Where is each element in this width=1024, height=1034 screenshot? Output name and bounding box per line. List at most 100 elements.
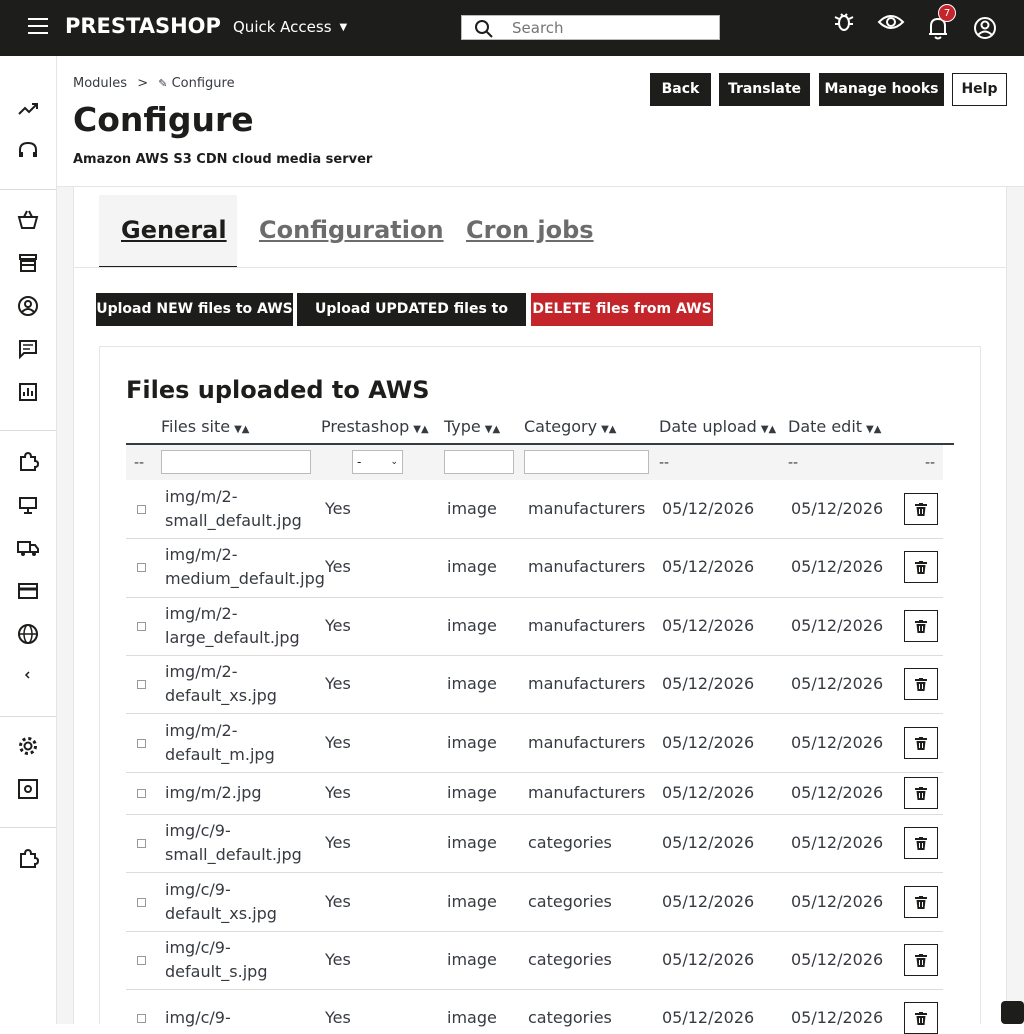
brand-logo[interactable]: PRESTASHOP (65, 14, 221, 38)
quick-access-dropdown[interactable]: Quick Access ▼ (233, 18, 347, 36)
delete-row-button[interactable] (904, 493, 938, 525)
menu-icon[interactable] (28, 18, 48, 36)
puzzle-icon[interactable] (17, 450, 39, 472)
search-box[interactable] (461, 15, 720, 40)
delete-row-button[interactable] (904, 610, 938, 642)
stats-icon[interactable] (17, 381, 39, 403)
file-path-line1: img/c/9- (165, 879, 231, 899)
chevron-down-icon: ⌄ (390, 457, 398, 467)
row-checkbox[interactable] (137, 839, 146, 848)
filter-actions-placeholder: -- (925, 455, 936, 471)
col-date-edit[interactable]: Date edit ▼▲ (788, 417, 881, 436)
search-input[interactable] (512, 18, 712, 38)
date-edit-value: 05/12/2026 (791, 674, 884, 693)
tab-general[interactable]: General (121, 216, 227, 244)
monitor-icon[interactable] (17, 494, 39, 516)
filter-category-input[interactable] (524, 450, 649, 474)
upload-new-button[interactable]: Upload NEW files to AWS (96, 293, 293, 326)
store-icon[interactable] (17, 252, 39, 274)
advanced-settings-icon[interactable] (17, 778, 39, 800)
row-checkbox[interactable] (137, 1014, 146, 1023)
trash-icon (915, 787, 927, 800)
prestashop-value: Yes (325, 616, 351, 635)
file-path: img/m/2.jpg (165, 783, 262, 802)
row-checkbox[interactable] (137, 956, 146, 965)
prestashop-value: Yes (325, 732, 351, 752)
back-button[interactable]: Back (650, 73, 711, 106)
file-path-line1: img/m/2- (165, 662, 238, 681)
col-category[interactable]: Category ▼▲ (524, 417, 616, 436)
delete-row-button[interactable] (904, 551, 938, 583)
breadcrumb-separator: > (137, 76, 149, 91)
date-edit-value: 05/12/2026 (791, 557, 884, 576)
row-checkbox[interactable] (137, 622, 146, 631)
prestashop-value: Yes (325, 950, 351, 969)
translate-button[interactable]: Translate (719, 73, 810, 106)
customer-icon[interactable] (17, 295, 39, 317)
date-upload-value: 05/12/2026 (662, 950, 755, 969)
basket-icon[interactable] (17, 209, 39, 231)
symfony-debug-icon[interactable] (1001, 1001, 1024, 1024)
truck-icon[interactable] (17, 537, 39, 559)
col-date-upload-label: Date upload (659, 417, 757, 436)
delete-row-button[interactable] (904, 726, 938, 759)
credit-card-icon[interactable] (17, 580, 39, 602)
delete-row-button[interactable] (904, 885, 938, 918)
type-value: image (447, 674, 497, 693)
filter-prestashop-select[interactable]: - ⌄ (352, 450, 403, 474)
filter-files-site-input[interactable] (161, 450, 311, 474)
manage-hooks-button[interactable]: Manage hooks (819, 73, 944, 106)
bug-icon[interactable] (831, 8, 859, 36)
sort-icon[interactable]: ▼▲ (866, 424, 881, 435)
file-path-line2: default_xs.jpg (165, 686, 277, 705)
row-checkbox[interactable] (137, 897, 146, 907)
col-prestashop[interactable]: Prestashop ▼▲ (321, 417, 429, 436)
module-puzzle-icon[interactable] (17, 847, 39, 869)
upload-updated-button[interactable]: Upload UPDATED files to AWS (297, 293, 526, 350)
delete-row-button[interactable] (904, 1002, 938, 1034)
filter-type-input[interactable] (444, 450, 514, 474)
collapse-icon[interactable] (21, 668, 35, 682)
delete-row-button[interactable] (904, 668, 938, 700)
sort-icon[interactable]: ▼▲ (601, 424, 616, 435)
delete-files-button[interactable]: DELETE files from AWS (531, 293, 713, 326)
row-checkbox[interactable] (137, 563, 146, 572)
help-button[interactable]: Help (952, 73, 1007, 106)
trending-up-icon[interactable] (17, 98, 39, 120)
headset-icon[interactable] (17, 140, 39, 162)
row-checkbox[interactable] (137, 505, 146, 514)
breadcrumb-modules-link[interactable]: Modules (73, 76, 127, 91)
trash-icon (915, 620, 927, 633)
delete-row-button[interactable] (904, 944, 938, 976)
sort-icon[interactable]: ▼▲ (761, 424, 776, 435)
type-value: image (447, 891, 497, 911)
sort-icon[interactable]: ▼▲ (413, 424, 428, 435)
sort-icon[interactable]: ▼▲ (234, 424, 249, 435)
type-value: image (447, 950, 497, 969)
page-title: Configure (73, 100, 254, 139)
tab-cron-jobs[interactable]: Cron jobs (466, 216, 594, 244)
col-files-site[interactable]: Files site ▼▲ (161, 417, 249, 436)
row-checkbox[interactable] (137, 738, 146, 748)
type-value: image (447, 1008, 497, 1027)
row-divider (126, 655, 943, 656)
delete-row-button[interactable] (904, 777, 938, 809)
col-type[interactable]: Type ▼▲ (444, 417, 500, 436)
eye-icon[interactable] (877, 8, 905, 36)
row-divider (126, 814, 943, 815)
globe-icon[interactable] (17, 623, 39, 645)
message-icon[interactable] (17, 338, 39, 360)
sort-icon[interactable]: ▼▲ (485, 424, 500, 435)
delete-row-button[interactable] (904, 827, 938, 859)
row-checkbox[interactable] (137, 789, 146, 798)
file-path-line2: large_default.jpg (165, 628, 300, 647)
gear-icon[interactable] (17, 735, 39, 757)
col-date-edit-label: Date edit (788, 417, 863, 436)
col-date-upload[interactable]: Date upload ▼▲ (659, 417, 776, 436)
row-checkbox[interactable] (137, 680, 146, 689)
tab-configuration[interactable]: Configuration (259, 216, 444, 244)
user-account-icon[interactable] (971, 14, 999, 42)
prestashop-value: Yes (325, 783, 351, 802)
col-files-site-label: Files site (161, 417, 231, 436)
date-edit-value: 05/12/2026 (791, 833, 884, 852)
